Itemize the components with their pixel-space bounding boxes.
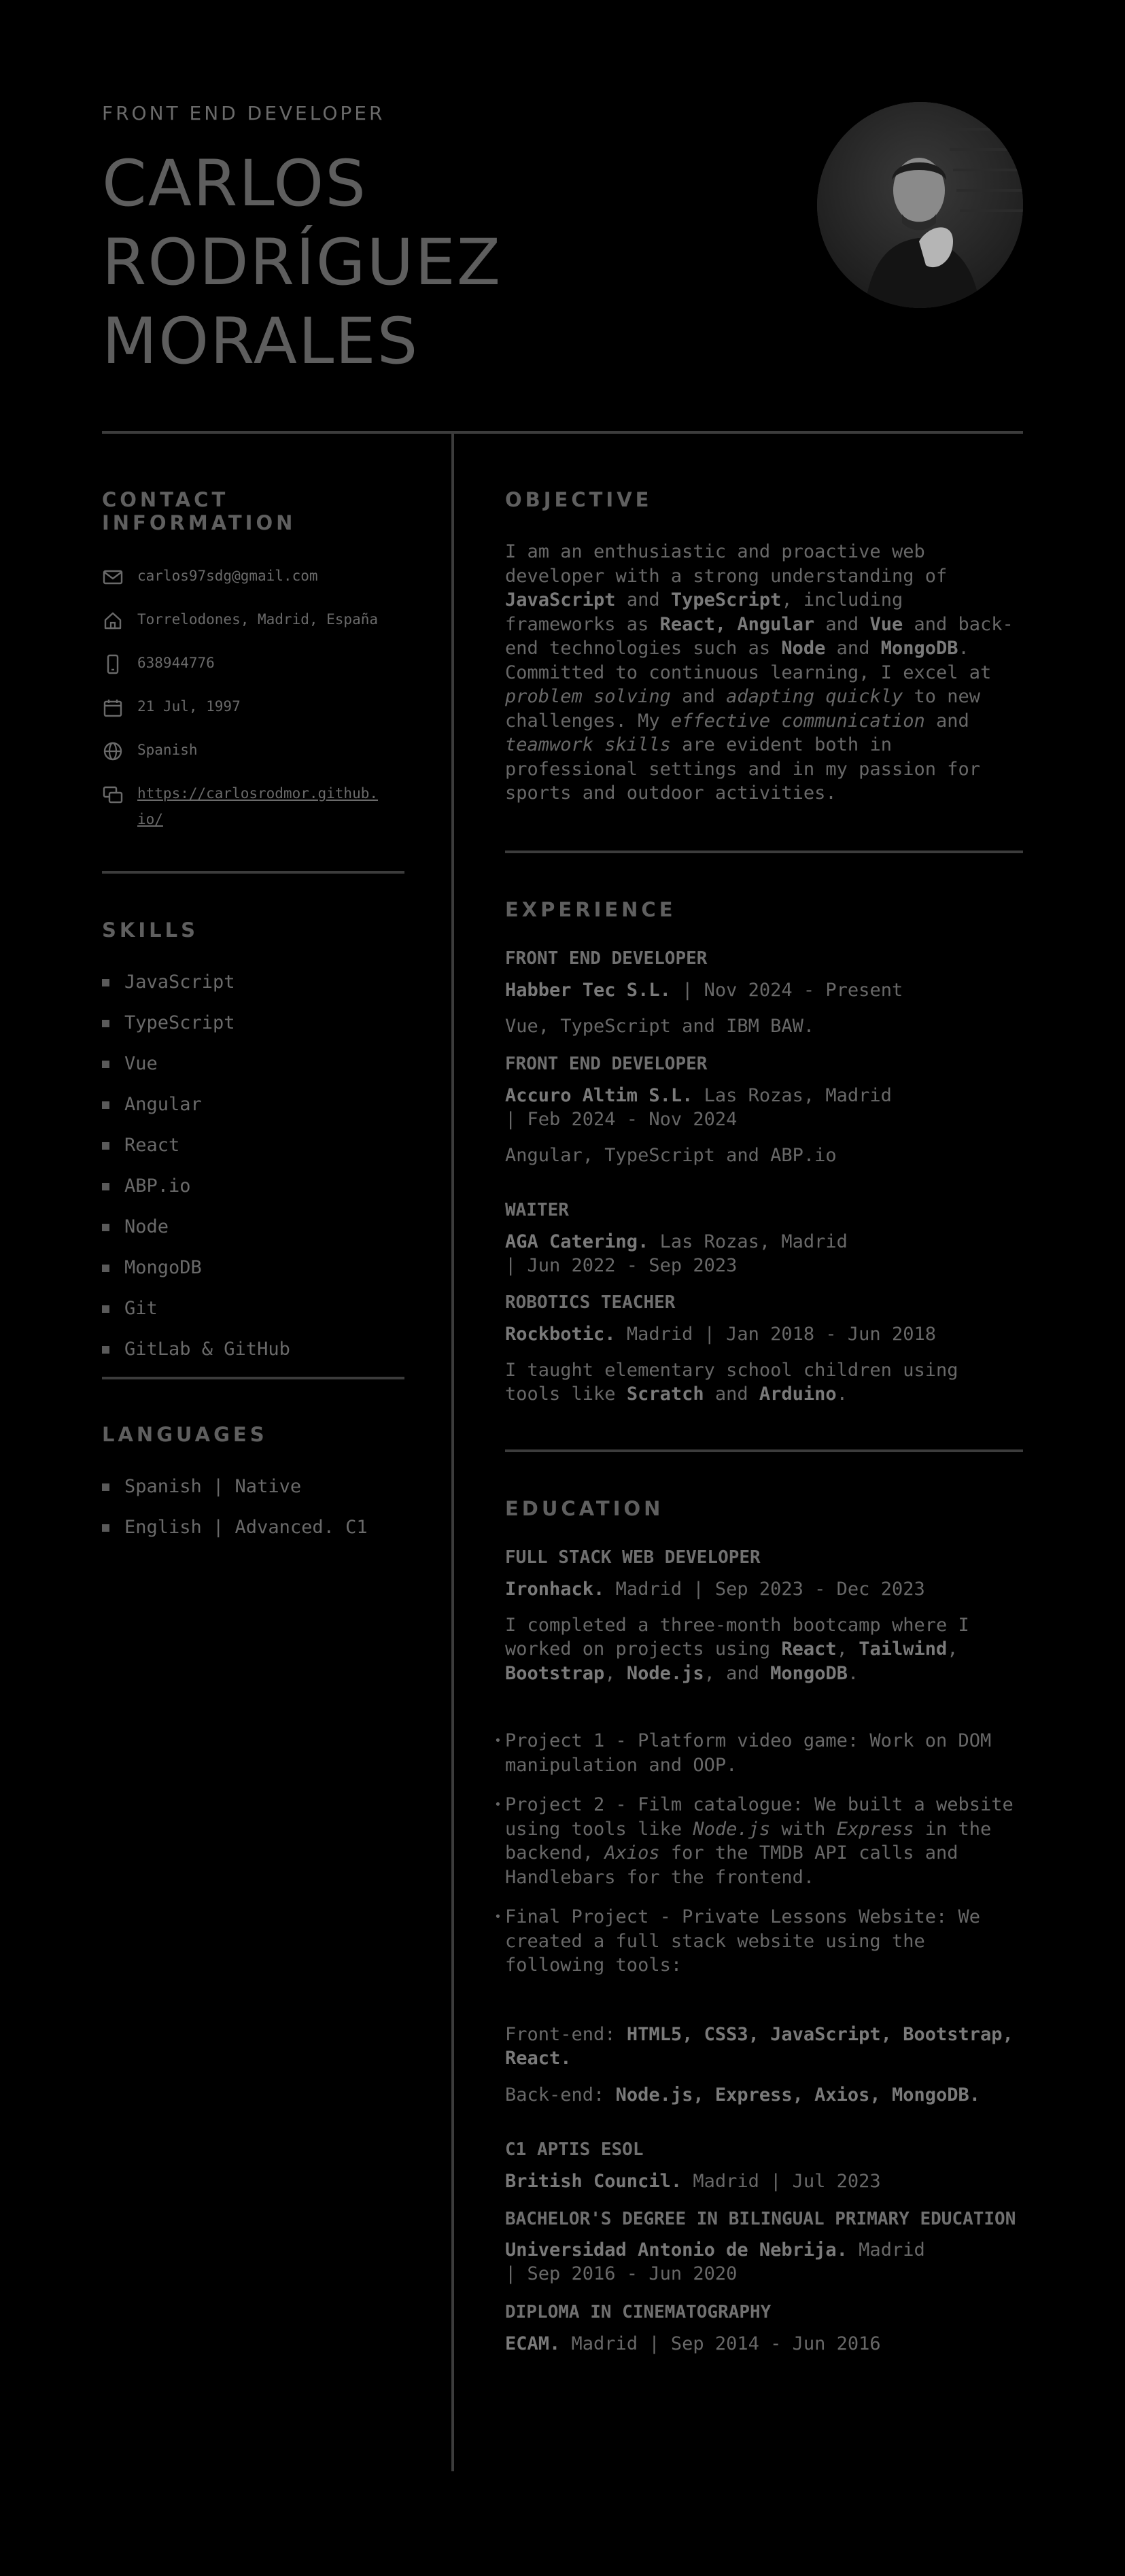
globe-icon <box>103 742 122 761</box>
browser-windows-icon <box>103 786 123 804</box>
experience-item: WAITER AGA Catering. Las Rozas, Madrid |… <box>505 1199 1023 1277</box>
language-item: Spanish | Native <box>102 1473 404 1514</box>
experience-item: ROBOTICS TEACHER Rockbotic. Madrid | Jan… <box>505 1291 1023 1406</box>
column-divider <box>451 432 454 2471</box>
education-item: FULL STACK WEB DEVELOPER Ironhack. Madri… <box>494 1546 1023 2108</box>
frontend-tools: Front-end: HTML5, CSS3, JavaScript, Boot… <box>505 2023 1014 2070</box>
job-desc: I taught elementary school children usin… <box>505 1359 958 1405</box>
education-item: C1 APTIS ESOL British Council. Madrid | … <box>505 2138 1023 2193</box>
languages-title: LANGUAGES <box>102 1423 268 1446</box>
job-org: Accuro Altim S.L. Las Rozas, Madrid | Fe… <box>505 1084 892 1130</box>
skills-list: JavaScript TypeScript Vue Angular React … <box>102 969 404 1377</box>
location-text: Torrelodones, Madrid, España <box>137 611 379 628</box>
phone-icon <box>107 654 119 674</box>
job-title: ROBOTICS TEACHER <box>505 1292 676 1313</box>
contact-birthdate: 21 Jul, 1997 <box>102 693 404 737</box>
skills-title: SKILLS <box>102 918 198 942</box>
right-column: OBJECTIVE I am an enthusiastic and proac… <box>494 432 1023 2356</box>
experience-title: EXPERIENCE <box>505 897 676 921</box>
skills-divider <box>102 1377 404 1379</box>
contact-location: Torrelodones, Madrid, España <box>102 606 404 650</box>
education-title-line: FULL STACK WEB DEVELOPER <box>505 1547 761 1568</box>
experience-item: FRONT END DEVELOPER Habber Tec S.L. | No… <box>505 947 1023 1038</box>
objective-text: I am an enthusiastic and proactive web d… <box>505 541 1014 804</box>
job-desc: Vue, TypeScript and IBM BAW. <box>505 1015 815 1037</box>
education-title-line: C1 APTIS ESOL <box>505 2140 644 2160</box>
name-line-3: MORALES <box>102 305 419 379</box>
skill-item: TypeScript <box>102 1010 404 1050</box>
left-column: CONTACT INFORMATION carlos97sdg@gmail.co… <box>102 432 404 1555</box>
contact-phone: 638944776 <box>102 650 404 693</box>
skill-item: MongoDB <box>102 1254 404 1295</box>
job-org: AGA Catering. Las Rozas, Madrid | Jun 20… <box>505 1231 848 1276</box>
education-item: BACHELOR'S DEGREE IN BILINGUAL PRIMARY E… <box>505 2208 1023 2286</box>
education-item: DIPLOMA IN CINEMATOGRAPHY ECAM. Madrid |… <box>505 2301 1023 2356</box>
website-link[interactable]: https://carlosrodmor.github. io/ <box>137 785 378 827</box>
education-title-line: DIPLOMA IN CINEMATOGRAPHY <box>505 2302 772 2322</box>
project-item: Project 2 - Film catalogue: We built a w… <box>494 1793 1023 1889</box>
calendar-icon <box>103 700 122 717</box>
mail-icon <box>103 570 123 585</box>
job-title: WAITER <box>505 1199 569 1220</box>
skill-item: Git <box>102 1295 404 1336</box>
languages-list: Spanish | Native English | Advanced. C1 <box>102 1473 404 1555</box>
education-org: Ironhack. Madrid | Sep 2023 - Dec 2023 <box>505 1578 925 1600</box>
resume-header: FRONT END DEVELOPER CARLOS RODRÍGUEZ MOR… <box>102 102 1023 381</box>
contact-divider <box>102 871 404 874</box>
resume-page: FRONT END DEVELOPER CARLOS RODRÍGUEZ MOR… <box>0 0 1125 2576</box>
education-org: British Council. Madrid | Jul 2023 <box>505 2171 881 2192</box>
skill-item: Vue <box>102 1050 404 1091</box>
skill-item: Node <box>102 1214 404 1254</box>
skill-item: React <box>102 1132 404 1173</box>
objective-title: OBJECTIVE <box>505 488 653 511</box>
language-item: English | Advanced. C1 <box>102 1514 404 1555</box>
contact-title: CONTACT INFORMATION <box>102 488 296 534</box>
job-desc: Angular, TypeScript and ABP.io <box>505 1144 837 1166</box>
project-item: Project 1 - Platform video game: Work on… <box>494 1729 1023 1777</box>
job-org: Habber Tec S.L. | Nov 2024 - Present <box>505 979 903 1001</box>
profile-photo <box>817 102 1023 308</box>
job-title: FRONT END DEVELOPER <box>505 948 708 969</box>
experience-divider <box>505 1449 1023 1452</box>
nationality-text: Spanish <box>137 742 198 758</box>
skill-item: GitLab & GitHub <box>102 1336 404 1377</box>
email-text[interactable]: carlos97sdg@gmail.com <box>137 568 318 584</box>
education-org: Universidad Antonio de Nebrija. Madrid |… <box>505 2239 925 2284</box>
education-desc: I completed a three-month bootcamp where… <box>505 1614 969 1684</box>
skill-item: ABP.io <box>102 1173 404 1214</box>
contact-website: https://carlosrodmor.github. io/ <box>102 780 404 832</box>
education-title-line: BACHELOR'S DEGREE IN BILINGUAL PRIMARY E… <box>505 2209 1016 2229</box>
job-org: Rockbotic. Madrid | Jan 2018 - Jun 2018 <box>505 1323 936 1345</box>
objective-divider <box>505 850 1023 853</box>
education-title: EDUCATION <box>505 1496 664 1520</box>
skill-item: JavaScript <box>102 969 404 1010</box>
job-title: FRONT END DEVELOPER <box>505 1053 708 1074</box>
contact-nationality: Spanish <box>102 737 404 780</box>
contact-list: carlos97sdg@gmail.com Torrelodones, Madr… <box>102 563 404 832</box>
backend-tools: Back-end: Node.js, Express, Axios, Mongo… <box>505 2084 980 2106</box>
project-item: Final Project - Private Lessons Website:… <box>494 1905 1023 1978</box>
skill-item: Angular <box>102 1091 404 1132</box>
home-icon <box>104 612 122 630</box>
contact-email: carlos97sdg@gmail.com <box>102 563 404 606</box>
experience-item: FRONT END DEVELOPER Accuro Altim S.L. La… <box>505 1052 1023 1167</box>
phone-text[interactable]: 638944776 <box>137 655 215 671</box>
education-org: ECAM. Madrid | Sep 2014 - Jun 2016 <box>505 2333 881 2354</box>
birthdate-text: 21 Jul, 1997 <box>137 698 241 715</box>
